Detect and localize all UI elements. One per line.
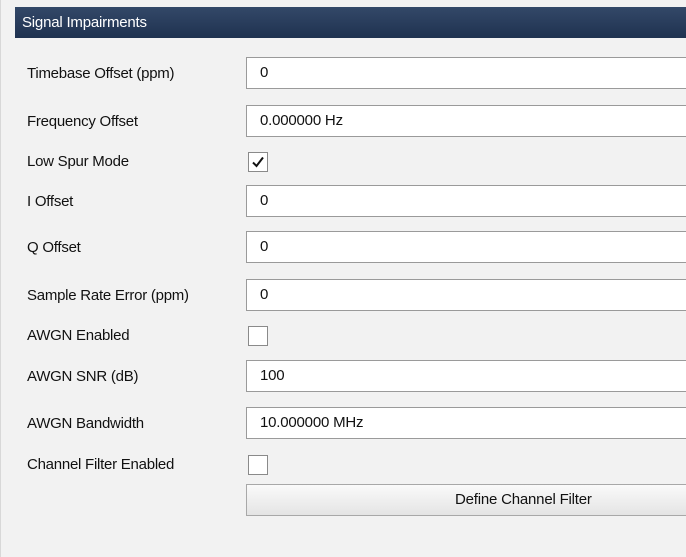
timebase-offset-field[interactable]: 0 — [246, 57, 686, 89]
timebase-offset-label: Timebase Offset (ppm) — [27, 65, 175, 82]
row-awgn-bandwidth: AWGN Bandwidth 10.000000 MHz — [1, 407, 686, 441]
frequency-offset-field[interactable]: 0.000000 Hz — [246, 105, 686, 137]
row-awgn-snr: AWGN SNR (dB) 100 — [1, 360, 686, 394]
awgn-enabled-checkbox[interactable] — [248, 326, 268, 346]
i-offset-field[interactable]: 0 — [246, 185, 686, 217]
awgn-enabled-label: AWGN Enabled — [27, 327, 130, 344]
awgn-bandwidth-field[interactable]: 10.000000 MHz — [246, 407, 686, 439]
row-i-offset: I Offset 0 — [1, 185, 686, 219]
q-offset-field[interactable]: 0 — [246, 231, 686, 263]
define-channel-filter-button[interactable]: Define Channel Filter — [246, 484, 686, 516]
row-timebase-offset: Timebase Offset (ppm) 0 — [1, 57, 686, 91]
awgn-snr-field[interactable]: 100 — [246, 360, 686, 392]
row-sample-rate-error: Sample Rate Error (ppm) 0 — [1, 279, 686, 313]
sample-rate-error-field[interactable]: 0 — [246, 279, 686, 311]
channel-filter-enabled-checkbox[interactable] — [248, 455, 268, 475]
checkmark-icon — [252, 156, 264, 168]
row-low-spur-mode: Low Spur Mode — [1, 145, 686, 179]
low-spur-mode-label: Low Spur Mode — [27, 153, 129, 170]
row-channel-filter-enabled: Channel Filter Enabled — [1, 448, 686, 482]
row-frequency-offset: Frequency Offset 0.000000 Hz — [1, 105, 686, 139]
channel-filter-enabled-label: Channel Filter Enabled — [27, 456, 175, 473]
awgn-snr-label: AWGN SNR (dB) — [27, 368, 139, 385]
awgn-bandwidth-label: AWGN Bandwidth — [27, 415, 144, 432]
q-offset-label: Q Offset — [27, 239, 81, 256]
signal-impairments-panel: Signal Impairments Timebase Offset (ppm)… — [0, 0, 686, 557]
frequency-offset-label: Frequency Offset — [27, 113, 138, 130]
panel-title: Signal Impairments — [15, 7, 686, 38]
sample-rate-error-label: Sample Rate Error (ppm) — [27, 287, 189, 304]
row-awgn-enabled: AWGN Enabled — [1, 319, 686, 353]
row-q-offset: Q Offset 0 — [1, 231, 686, 265]
i-offset-label: I Offset — [27, 193, 74, 210]
low-spur-mode-checkbox[interactable] — [248, 152, 268, 172]
